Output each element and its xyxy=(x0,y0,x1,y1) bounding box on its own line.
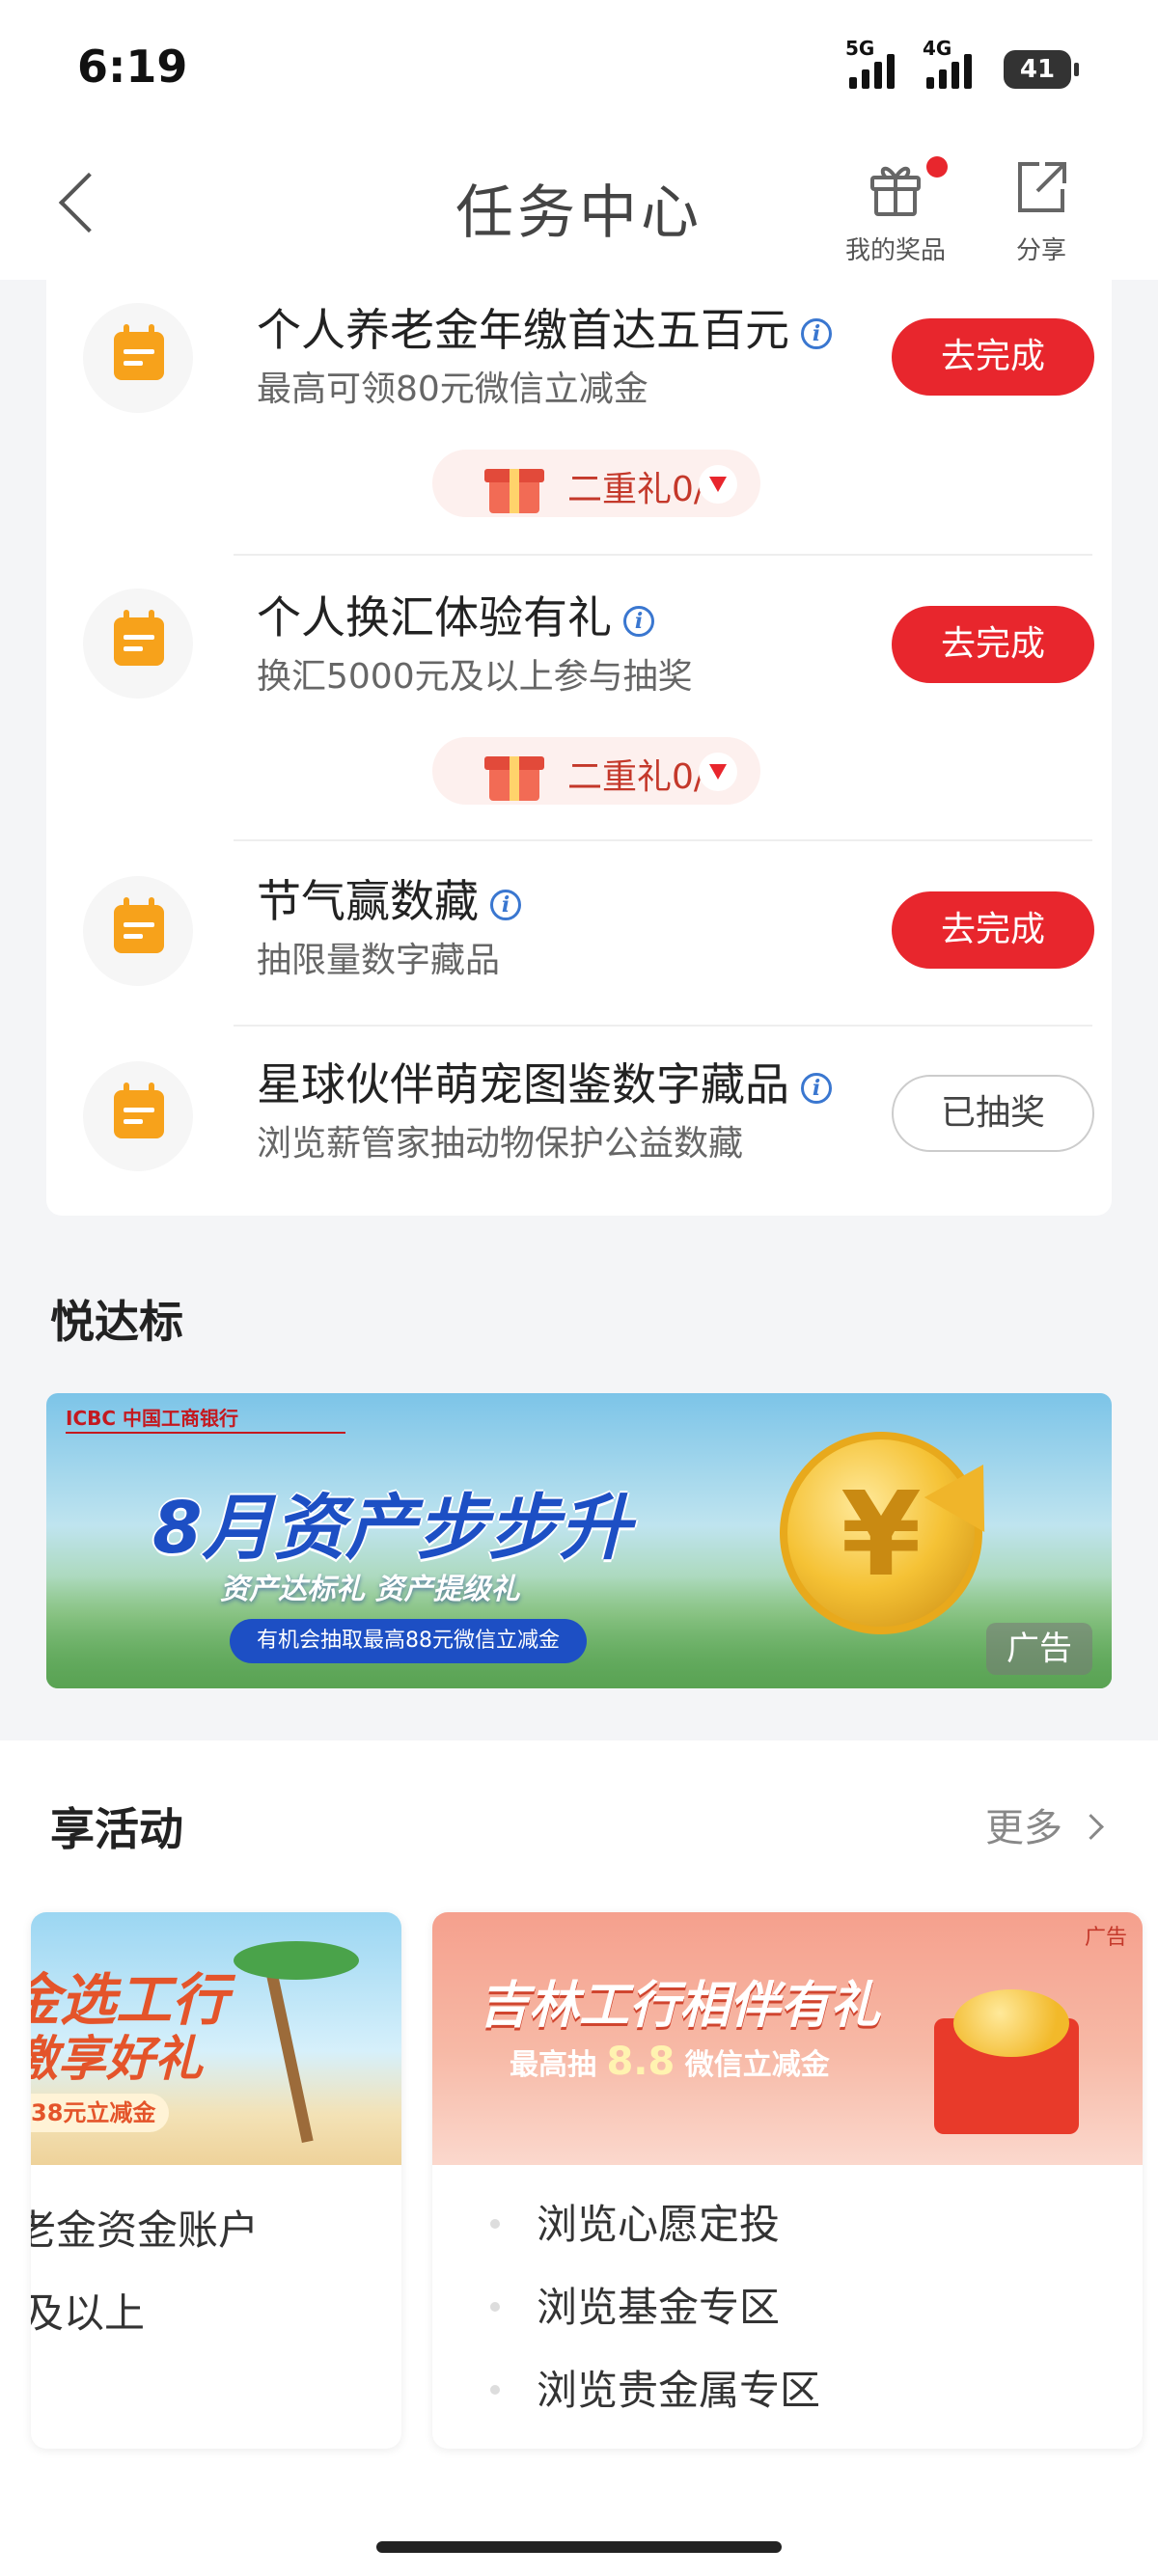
task-icon-bg xyxy=(83,876,193,986)
already-drawn-button[interactable]: 已抽奖 xyxy=(892,1075,1094,1152)
calendar-icon xyxy=(114,1082,164,1138)
task-desc: 换汇5000元及以上参与抽奖 xyxy=(257,657,693,697)
task-name: 节气赢数藏 i xyxy=(257,866,521,930)
battery-icon: 41 xyxy=(1004,50,1079,89)
logo-underline xyxy=(66,1432,345,1434)
activity-item: 浏览心愿定投 xyxy=(537,2201,781,2248)
banner-pill: 有机会抽取最高88元微信立减金 xyxy=(230,1619,587,1663)
task-desc: 浏览薪管家抽动物保护公益数藏 xyxy=(257,1124,744,1164)
status-bar: 6:19 5G 4G 41 xyxy=(0,0,1158,135)
icbc-logo: ICBC 中国工商银行 xyxy=(66,1407,239,1430)
divider xyxy=(234,1025,1092,1027)
task-desc: 抽限量数字藏品 xyxy=(257,941,501,980)
more-link[interactable]: 更多 xyxy=(985,1796,1100,1852)
signal-4g-icon: 4G xyxy=(923,37,972,89)
ad-badge: 广告 xyxy=(986,1623,1092,1675)
notification-dot xyxy=(926,156,948,178)
section-title-activities: 享活动 xyxy=(50,1803,183,1855)
calendar-icon xyxy=(114,610,164,666)
home-indicator[interactable] xyxy=(376,2541,782,2553)
activity-card-jilin[interactable]: 广告 吉林工行相伴有礼 最高抽 8.8 微信立减金 浏览心愿定投 浏览基金专区 … xyxy=(432,1912,1143,2449)
calendar-icon xyxy=(114,897,164,953)
activity-banner: 金选工行 激享好礼 38元立减金 xyxy=(31,1912,401,2165)
expand-arrow-icon xyxy=(699,753,737,791)
go-complete-button[interactable]: 去完成 xyxy=(892,606,1094,683)
go-complete-button[interactable]: 去完成 xyxy=(892,318,1094,396)
signal-5g-icon: 5G xyxy=(845,37,895,89)
gift-reward-toggle[interactable]: 二重礼0/2 xyxy=(432,737,760,805)
activity-item: 及以上 xyxy=(31,2289,146,2337)
task-name: 个人养老金年缴首达五百元 i xyxy=(257,295,832,359)
task-icon-bg xyxy=(83,303,193,413)
activities-section: 享活动 更多 金选工行 激享好礼 38元立减金 老金资金账户 及以上 广告 吉林… xyxy=(0,1740,1158,2576)
info-icon[interactable]: i xyxy=(490,889,521,920)
divider xyxy=(234,839,1092,841)
nav-header: 任务中心 我的奖品 分享 xyxy=(0,135,1158,280)
task-list-card: 个人养老金年缴首达五百元 i 最高可领80元微信立减金 去完成 二重礼0/2 个人… xyxy=(46,280,1112,1216)
palm-tree-icon xyxy=(262,1951,314,2144)
divider xyxy=(234,554,1092,556)
info-icon[interactable]: i xyxy=(801,317,832,349)
task-icon-bg xyxy=(83,1061,193,1171)
banner-subtitle: 资产达标礼 资产提级礼 xyxy=(220,1573,520,1606)
share-icon xyxy=(1018,162,1066,212)
expand-arrow-icon xyxy=(699,465,737,504)
gift-box-icon xyxy=(484,455,544,513)
calendar-icon xyxy=(114,324,164,380)
gift-box-icon xyxy=(484,743,544,801)
go-complete-button[interactable]: 去完成 xyxy=(892,891,1094,969)
info-icon[interactable]: i xyxy=(623,605,654,637)
task-desc: 最高可领80元微信立减金 xyxy=(257,370,648,409)
task-name: 星球伙伴萌宠图鉴数字藏品 i xyxy=(257,1050,832,1113)
share-button[interactable]: 分享 xyxy=(988,156,1094,266)
status-time: 6:19 xyxy=(77,41,188,93)
gift-icon xyxy=(870,166,921,216)
banner-headline: 8月资产步步升 xyxy=(152,1487,631,1570)
activity-item: 浏览基金专区 xyxy=(537,2284,781,2331)
activity-item: 老金资金账户 xyxy=(31,2206,260,2254)
ad-badge: 广告 xyxy=(1084,1926,1127,1950)
activity-item: 浏览贵金属专区 xyxy=(537,2367,821,2414)
task-icon-bg xyxy=(83,589,193,699)
activity-banner: 广告 吉林工行相伴有礼 最高抽 8.8 微信立减金 xyxy=(432,1912,1143,2165)
my-prizes-button[interactable]: 我的奖品 xyxy=(838,156,953,266)
activity-card-pension[interactable]: 金选工行 激享好礼 38元立减金 老金资金账户 及以上 xyxy=(31,1912,401,2449)
info-icon[interactable]: i xyxy=(801,1072,832,1104)
asset-promo-banner[interactable]: ICBC 中国工商银行 8月资产步步升 资产达标礼 资产提级礼 有机会抽取最高8… xyxy=(46,1393,1112,1688)
gold-coins-icon xyxy=(953,1989,1069,2057)
task-name: 个人换汇体验有礼 i xyxy=(257,583,654,646)
section-title-yuedabiao: 悦达标 xyxy=(50,1296,183,1348)
page-title: 任务中心 xyxy=(455,179,703,247)
gift-reward-toggle[interactable]: 二重礼0/2 xyxy=(432,450,760,517)
